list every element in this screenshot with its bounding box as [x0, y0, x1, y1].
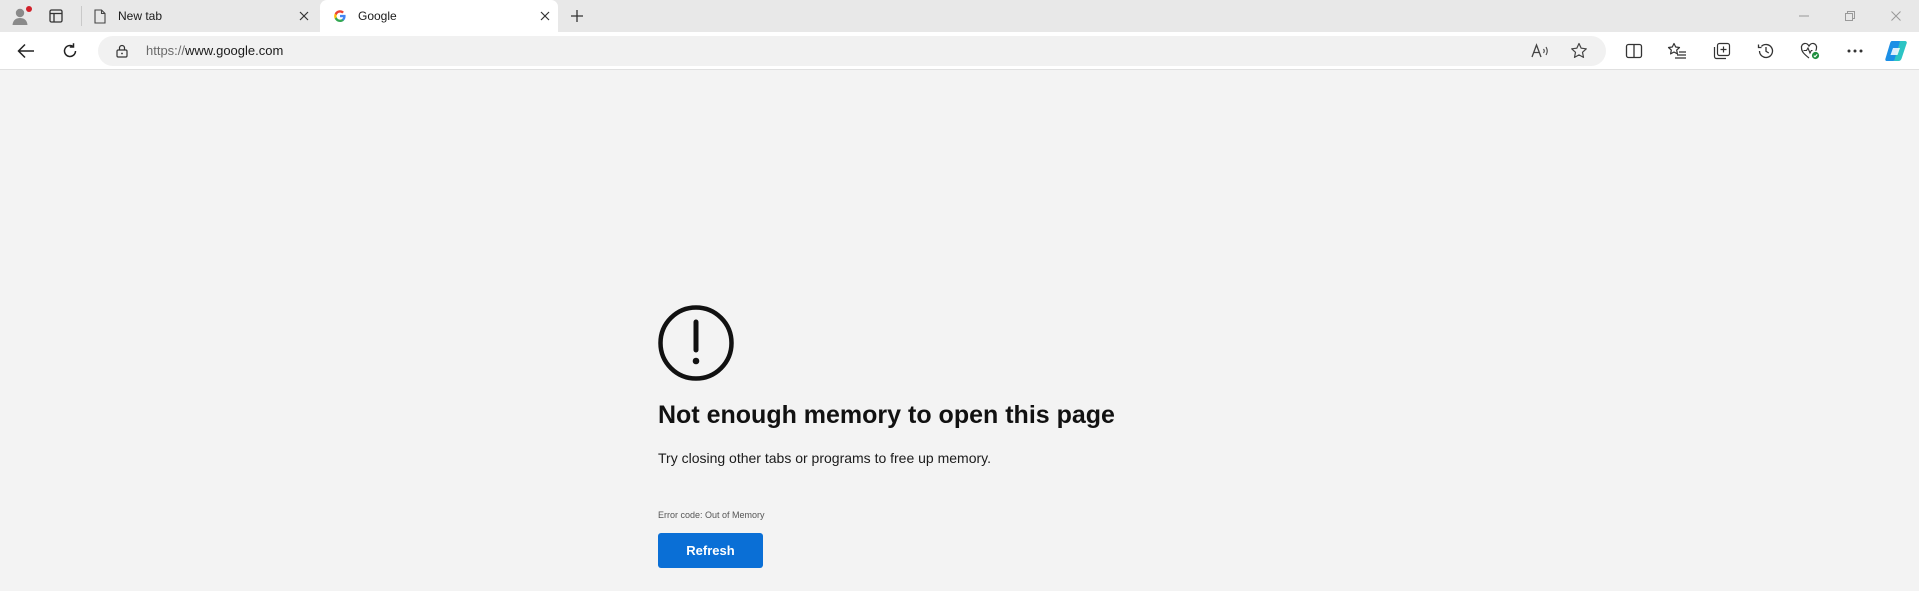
site-info-icon[interactable] [114, 43, 130, 59]
history-icon [1757, 43, 1774, 59]
tab-title: New tab [118, 9, 163, 23]
copilot-icon [1885, 41, 1907, 61]
tab-title: Google [358, 9, 397, 23]
page-content: Not enough memory to open this page Try … [0, 71, 1919, 591]
back-button[interactable] [11, 37, 41, 65]
more-button[interactable] [1840, 37, 1870, 65]
browser-essentials-button[interactable] [1795, 37, 1825, 65]
address-bar[interactable]: https://www.google.com [98, 36, 1606, 66]
close-icon [1891, 11, 1901, 21]
split-screen-icon [1625, 43, 1643, 59]
restore-button[interactable] [1827, 0, 1873, 32]
close-window-button[interactable] [1873, 0, 1919, 32]
close-icon [299, 11, 309, 21]
new-tab-button[interactable] [566, 6, 588, 26]
copilot-button[interactable] [1881, 37, 1911, 65]
restore-icon [1845, 11, 1855, 21]
error-code: Error code: Out of Memory [658, 510, 765, 520]
page-icon [92, 8, 108, 24]
read-aloud-button[interactable] [1530, 41, 1552, 61]
back-icon [17, 43, 34, 59]
collections-button[interactable] [1707, 37, 1737, 65]
favorite-button[interactable] [1568, 41, 1590, 61]
refresh-icon [63, 43, 77, 58]
close-icon [540, 11, 550, 21]
tab-actions-icon [49, 9, 63, 23]
read-aloud-icon [1531, 43, 1548, 58]
favorites-icon [1667, 42, 1686, 59]
more-icon [1847, 49, 1863, 53]
split-screen-button[interactable] [1619, 37, 1649, 65]
refresh-button[interactable] [55, 37, 85, 65]
window-controls [1781, 0, 1919, 32]
exclamation-circle-icon [658, 305, 734, 381]
tab-separator [81, 6, 82, 26]
url-host: www.google.com [185, 43, 284, 58]
tab-new-tab[interactable]: New tab [92, 0, 317, 32]
browser-essentials-icon [1800, 42, 1820, 60]
url-scheme: https:// [146, 43, 186, 58]
profile-button[interactable] [6, 3, 34, 29]
tab-google[interactable]: Google [320, 0, 558, 32]
tab-actions-button[interactable] [44, 5, 68, 27]
favorite-star-icon [1571, 42, 1587, 58]
minimize-button[interactable] [1781, 0, 1827, 32]
collections-icon [1713, 42, 1731, 60]
refresh-page-button[interactable]: Refresh [658, 533, 763, 568]
favorites-button[interactable] [1662, 37, 1692, 65]
tab-close-button[interactable] [536, 7, 554, 25]
tab-close-button[interactable] [295, 7, 313, 25]
history-button[interactable] [1751, 37, 1781, 65]
error-description: Try closing other tabs or programs to fr… [658, 450, 992, 466]
url-text[interactable]: https://www.google.com [146, 43, 283, 58]
browser-toolbar: https://www.google.com [0, 32, 1919, 70]
minimize-icon [1799, 15, 1809, 17]
google-g-icon [332, 8, 348, 24]
error-message-block: Not enough memory to open this page Try … [658, 305, 1358, 568]
plus-icon [571, 10, 583, 22]
tab-strip: New tab Google [0, 0, 1919, 32]
error-title: Not enough memory to open this page [658, 401, 1115, 429]
profile-notification-dot [26, 6, 32, 12]
